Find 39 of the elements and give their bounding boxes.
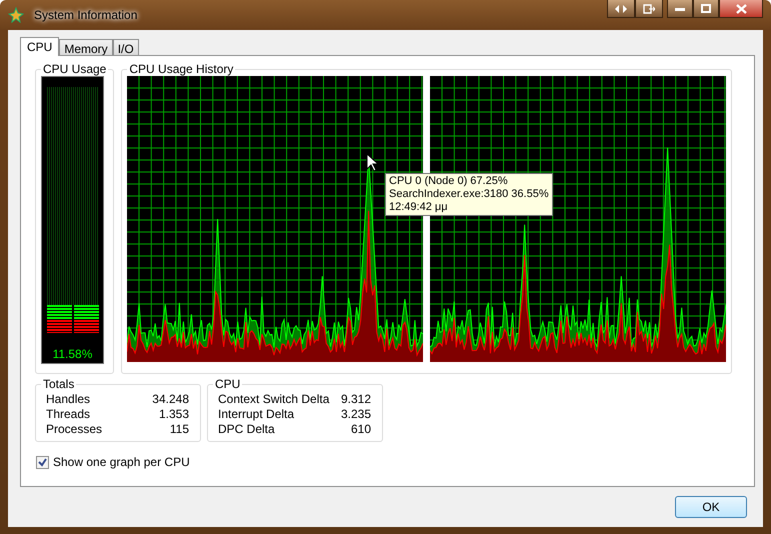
exit-button[interactable] xyxy=(635,0,663,18)
ok-button[interactable]: OK xyxy=(675,496,747,518)
tab[interactable]: CPU xyxy=(20,37,60,56)
app-icon xyxy=(8,7,24,23)
stat-value: 610 xyxy=(350,422,371,436)
stat-value: 115 xyxy=(168,422,189,436)
stat-label: Processes xyxy=(46,422,104,436)
close-icon xyxy=(736,4,746,14)
arrows-icon xyxy=(615,4,627,12)
stat-label: DPC Delta xyxy=(218,422,276,436)
group-title: Totals xyxy=(42,377,76,391)
checkbox[interactable] xyxy=(36,456,49,468)
stat-value: 9.312 xyxy=(340,392,371,406)
group-title: CPU xyxy=(214,377,242,391)
stat-label: Threads xyxy=(46,407,92,421)
tab[interactable]: I/O xyxy=(112,39,139,55)
exit-icon xyxy=(643,4,655,14)
tooltip-line: 12:49:42 μμ xyxy=(389,201,449,214)
stat-label: Interrupt Delta xyxy=(218,407,296,421)
pointer-icon xyxy=(366,153,378,172)
stat-label: Context Switch Delta xyxy=(218,392,330,406)
checkbox-label: Show one graph per CPU xyxy=(53,455,190,469)
stat-value: 1.353 xyxy=(158,407,189,421)
group-title: CPU Usage xyxy=(42,62,108,76)
tab[interactable]: Memory xyxy=(59,39,113,55)
minimize-button[interactable] xyxy=(667,0,693,18)
switch-button[interactable] xyxy=(607,0,635,18)
minimize-icon xyxy=(675,6,685,10)
tooltip-line: SearchIndexer.exe:3180 36.55% xyxy=(389,188,549,201)
stat-label: Handles xyxy=(46,392,92,406)
close-button[interactable] xyxy=(719,0,763,18)
maximize-button[interactable] xyxy=(693,0,719,18)
stat-value: 3.235 xyxy=(340,407,371,421)
maximize-icon xyxy=(701,4,711,13)
window-title: System Information xyxy=(33,8,138,22)
cpu-reading: 11.58% xyxy=(52,347,92,361)
group-title: CPU Usage History xyxy=(128,62,234,76)
stat-value: 34.248 xyxy=(152,392,189,406)
tooltip-line: CPU 0 (Node 0) 67.25% xyxy=(389,175,509,188)
